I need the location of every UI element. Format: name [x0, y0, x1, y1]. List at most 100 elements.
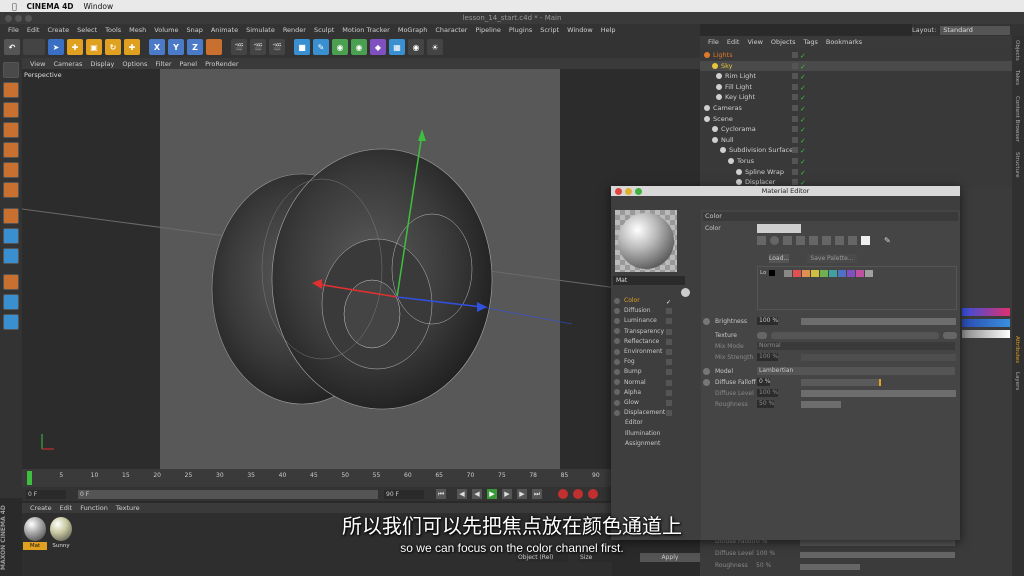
channel-luminance[interactable]: Luminance: [613, 316, 703, 326]
color-spectrum-bar[interactable]: [962, 308, 1010, 316]
color-wheel-icon[interactable]: [757, 236, 766, 245]
object-row[interactable]: Sky ✓: [700, 60, 1012, 72]
palette-swatch[interactable]: [847, 270, 855, 277]
mix-mode-dropdown[interactable]: Normal: [757, 342, 955, 350]
menu-plugins[interactable]: Plugins: [509, 26, 532, 34]
color-hue-bar[interactable]: [962, 319, 1010, 327]
apple-icon[interactable]: : [12, 2, 17, 11]
menu-volume[interactable]: Volume: [154, 26, 178, 34]
texture-menu-icon[interactable]: [757, 332, 767, 339]
menu-sculpt[interactable]: Sculpt: [314, 26, 334, 34]
object-layer-icon[interactable]: [792, 136, 798, 143]
minimize-editor-icon[interactable]: [625, 188, 632, 195]
texture-field[interactable]: [771, 332, 939, 339]
points-mode-icon[interactable]: [3, 142, 19, 158]
channel-enable-checkbox[interactable]: [666, 379, 672, 386]
go-to-end-icon[interactable]: ⏭: [532, 489, 542, 499]
palette-swatch[interactable]: [865, 270, 873, 277]
object-layer-icon[interactable]: [792, 179, 798, 186]
channel-enable-checkbox[interactable]: [666, 400, 672, 406]
palette-swatch[interactable]: [856, 270, 864, 277]
menu-create[interactable]: Create: [47, 26, 69, 34]
menu-animate[interactable]: Animate: [211, 26, 238, 34]
model-anim-icon[interactable]: [703, 368, 710, 375]
object-name[interactable]: Spline Wrap: [745, 168, 784, 176]
channel-alpha[interactable]: Alpha: [613, 388, 703, 398]
save-palette-button[interactable]: Save Palette...: [807, 254, 857, 263]
viewport[interactable]: Perspective: [22, 69, 700, 469]
channel-normal[interactable]: Normal: [613, 378, 703, 388]
start-frame-field[interactable]: 0 F: [26, 490, 66, 499]
menu-tools[interactable]: Tools: [105, 26, 121, 34]
channel-enable-checkbox[interactable]: ✓: [666, 298, 672, 306]
minimize-window-icon[interactable]: [15, 15, 22, 22]
object-layer-icon[interactable]: [792, 158, 798, 164]
coordinate-system-icon[interactable]: [206, 39, 222, 55]
eyedropper-icon[interactable]: ✎: [884, 236, 893, 245]
object-row[interactable]: Key Light ✓: [700, 92, 1012, 103]
planar-workplane-icon[interactable]: [3, 314, 19, 330]
make-editable-icon[interactable]: [3, 62, 19, 78]
channel-enable-checkbox[interactable]: [666, 359, 672, 366]
object-row[interactable]: Fill Light ✓: [700, 82, 1012, 93]
frame-range-slider[interactable]: 0 F: [78, 490, 378, 499]
menu-edit[interactable]: Edit: [27, 26, 40, 34]
diffuse-level-slider[interactable]: [801, 390, 956, 397]
color-swatch[interactable]: [757, 224, 801, 233]
undo-icon[interactable]: ↶: [4, 39, 20, 55]
menu-script[interactable]: Script: [540, 26, 559, 34]
object-layer-icon[interactable]: [792, 94, 798, 101]
channel-fog[interactable]: Fog: [613, 357, 703, 367]
menu-simulate[interactable]: Simulate: [246, 26, 275, 34]
menu-window[interactable]: Window: [567, 26, 593, 34]
object-row[interactable]: Null ✓: [700, 135, 1012, 146]
camera-icon[interactable]: ◉: [408, 39, 424, 55]
render-view-icon[interactable]: 🎬: [231, 39, 247, 55]
object-layer-icon[interactable]: [792, 62, 798, 69]
viewport-menu-view[interactable]: View: [30, 60, 45, 68]
torus-wireframe-object[interactable]: [22, 69, 700, 469]
cube-icon[interactable]: ■: [294, 39, 310, 55]
right-tab-structure[interactable]: Structure: [1014, 152, 1020, 178]
object-layer-icon[interactable]: [792, 83, 798, 90]
diffuse-falloff-slider[interactable]: [801, 379, 881, 386]
move-tool-icon[interactable]: ✚: [67, 39, 83, 55]
app-menu[interactable]: CINEMA 4D: [27, 2, 74, 11]
menu-pipeline[interactable]: Pipeline: [475, 26, 500, 34]
subdivision-icon[interactable]: ◉: [332, 39, 348, 55]
load-palette-button[interactable]: Load...: [769, 254, 789, 263]
object-row[interactable]: Spline Wrap ✓: [700, 167, 1012, 178]
menu-select[interactable]: Select: [77, 26, 97, 34]
channel-enable-checkbox[interactable]: [666, 328, 672, 335]
viewport-menu-filter[interactable]: Filter: [155, 60, 171, 68]
live-selection-icon[interactable]: ✚: [124, 39, 140, 55]
right-tab-takes[interactable]: Takes: [1014, 70, 1020, 85]
next-frame-icon[interactable]: ▶: [502, 489, 512, 499]
object-menu-view[interactable]: View: [747, 38, 762, 46]
object-layer-icon[interactable]: [792, 168, 798, 175]
scale-tool-icon[interactable]: ▣: [86, 39, 102, 55]
channel-enable-checkbox[interactable]: [666, 389, 672, 396]
deformer-icon[interactable]: ◆: [370, 39, 386, 55]
go-to-start-icon[interactable]: ⏮: [436, 489, 446, 499]
material-preview[interactable]: [615, 210, 677, 272]
palette-swatch[interactable]: [811, 270, 819, 277]
channel-glow[interactable]: Glow: [613, 398, 703, 408]
axis-mode-icon[interactable]: [3, 208, 19, 224]
material-name-field[interactable]: Mat: [613, 276, 685, 285]
object-layer-icon[interactable]: [792, 147, 798, 154]
close-editor-icon[interactable]: [615, 188, 622, 195]
zoom-window-icon[interactable]: [25, 15, 32, 22]
timeline-playhead[interactable]: [27, 471, 32, 485]
kelvin-icon[interactable]: [822, 236, 831, 245]
keyframe-selection-icon[interactable]: [588, 489, 598, 499]
object-name[interactable]: Key Light: [725, 93, 755, 101]
channel-enable-checkbox[interactable]: [666, 369, 672, 376]
z-axis-lock[interactable]: Z: [187, 39, 203, 55]
floor-icon[interactable]: ▦: [389, 39, 405, 55]
object-row[interactable]: Torus ✓: [700, 156, 1012, 167]
roughness-value[interactable]: 50 %: [757, 400, 775, 408]
window-menu[interactable]: Window: [84, 2, 114, 11]
object-menu-file[interactable]: File: [708, 38, 719, 46]
viewport-menu-panel[interactable]: Panel: [180, 60, 198, 68]
